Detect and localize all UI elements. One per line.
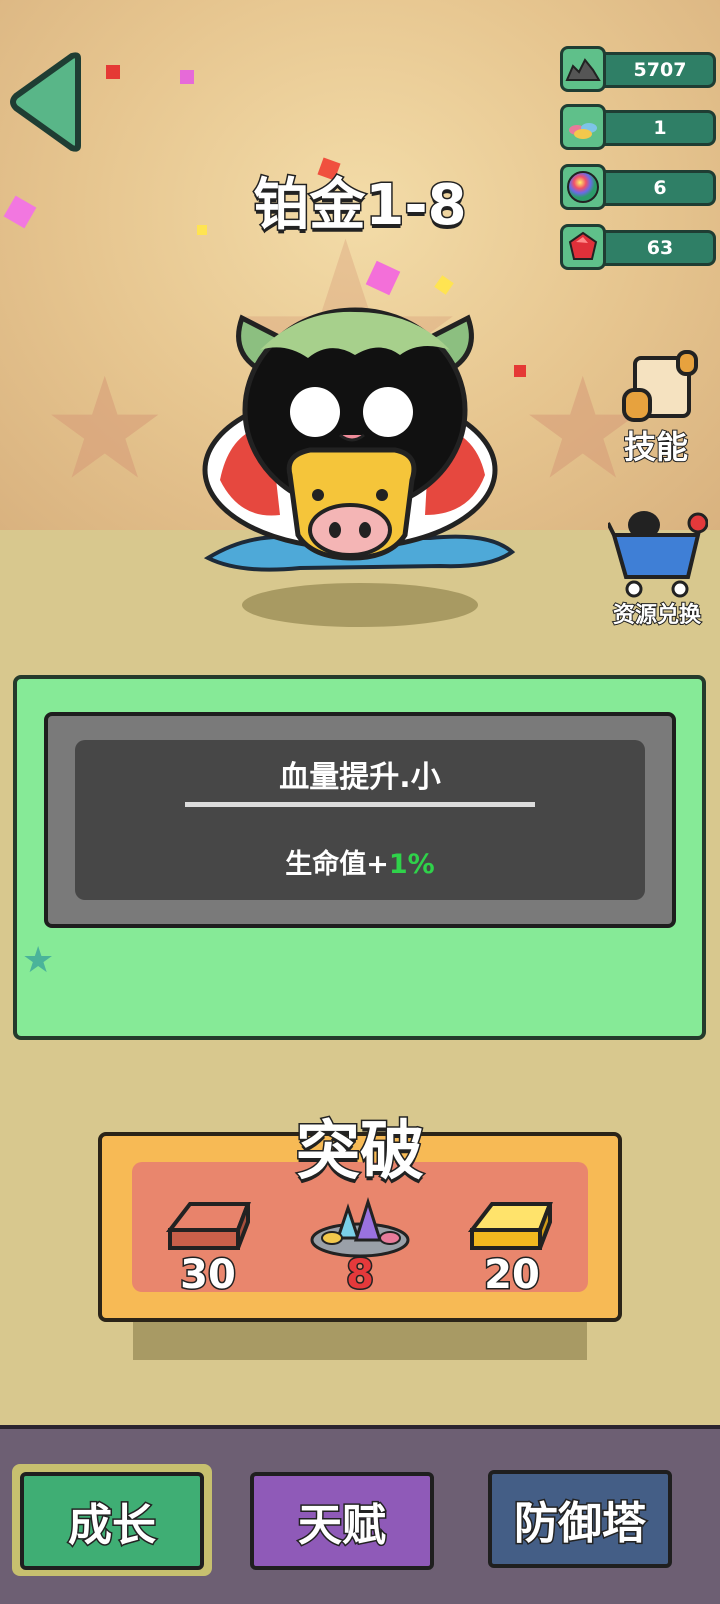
- confetti: [180, 70, 194, 84]
- confetti: [106, 65, 120, 79]
- resource-exchange-button[interactable]: 资源兑换: [598, 505, 716, 630]
- gem-pile-icon: [310, 1197, 410, 1258]
- exchange-label: 资源兑换: [612, 602, 702, 629]
- gem-pile-icon: [560, 104, 606, 150]
- copper-bar-icon: [165, 1202, 251, 1250]
- gold-bar-icon: [467, 1202, 553, 1250]
- cost-amount: 20: [483, 1251, 542, 1300]
- effect-label: 生命值+: [285, 849, 389, 880]
- skill-label: 技能: [623, 427, 689, 467]
- decorative-star-icon: ★: [22, 940, 55, 981]
- cow-character: [202, 307, 516, 627]
- shopping-cart-icon: [608, 511, 708, 598]
- cost-amount: 8: [345, 1251, 376, 1300]
- effect-value: 1%: [388, 849, 435, 880]
- tab-defense-tower[interactable]: 防御塔: [488, 1470, 672, 1568]
- stage-title: 铂金1-8: [252, 172, 468, 240]
- decorative-star-icon: ★: [42, 348, 168, 511]
- divider: [185, 802, 535, 807]
- cost-amount: 30: [179, 1251, 238, 1300]
- skill-button[interactable]: 技能: [600, 350, 712, 475]
- back-arrow-icon[interactable]: [8, 52, 88, 152]
- tab-growth[interactable]: 成长: [20, 1472, 204, 1570]
- ore-pile-icon: [560, 46, 606, 92]
- breakthrough-title: 突破: [295, 1114, 426, 1191]
- resource-ore: 5707: [560, 46, 718, 92]
- scroll-icon: [622, 350, 698, 422]
- upgrade-name: 血量提升.小: [279, 760, 441, 795]
- upgrade-effect: 生命值+1%: [75, 842, 645, 881]
- resource-gems: 1: [560, 104, 718, 150]
- tab-talent[interactable]: 天赋: [250, 1472, 434, 1570]
